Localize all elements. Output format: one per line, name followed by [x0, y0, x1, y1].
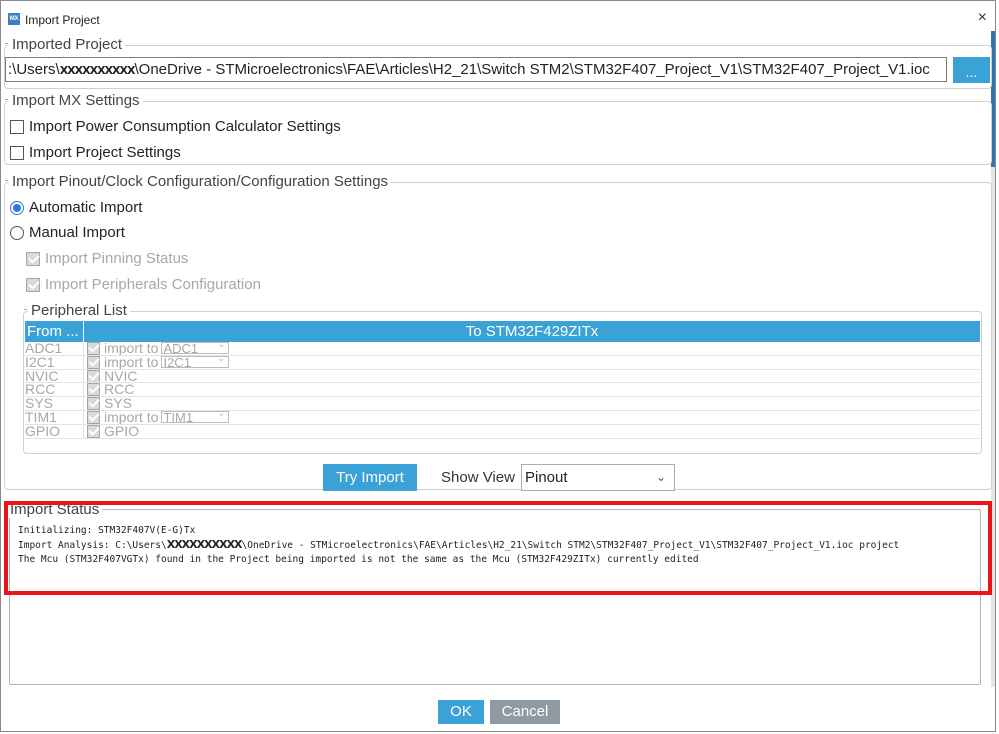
row-checkbox: [87, 424, 100, 438]
analysis-redacted-user: XXXXXXXXXX: [166, 538, 243, 551]
peripheral-table: From ... To STM32F429ZITx ADC1 import to…: [25, 321, 980, 439]
power-consumption-option[interactable]: Import Power Consumption Calculator Sett…: [10, 118, 341, 135]
row-checkbox: [87, 342, 100, 355]
row-from: SYS: [25, 397, 84, 410]
power-consumption-checkbox[interactable]: [10, 119, 24, 134]
power-consumption-label: Import Power Consumption Calculator Sett…: [29, 118, 341, 135]
row-action: import to: [104, 410, 159, 425]
row-checkbox: [87, 355, 100, 369]
row-action: RCC: [104, 383, 135, 398]
row-checkbox: [87, 369, 100, 383]
row-from: NVIC: [25, 369, 84, 382]
project-settings-label: Import Project Settings: [29, 144, 181, 161]
automatic-import-label: Automatic Import: [29, 199, 143, 216]
manual-import-label: Manual Import: [29, 224, 125, 241]
row-action: NVIC: [104, 369, 138, 384]
cancel-button[interactable]: Cancel: [490, 700, 560, 724]
status-line-analysis: Import Analysis: C:\Users\XXXXXXXXXX\One…: [18, 538, 978, 553]
row-target-select: TIM1: [161, 411, 230, 424]
manual-import-radio[interactable]: [10, 225, 24, 240]
project-settings-checkbox[interactable]: [10, 145, 24, 160]
window-title: Import Project: [25, 13, 100, 27]
import-status-log: Initializing: STM32F407V(E-G)Tx Import A…: [18, 524, 978, 567]
row-target-select: I2C1: [161, 356, 230, 369]
show-view-value: Pinout: [525, 469, 568, 486]
peripherals-config-label: Import Peripherals Configuration: [45, 276, 261, 293]
peripheral-table-header: From ... To STM32F429ZITx: [25, 321, 980, 342]
manual-import-option[interactable]: Manual Import: [10, 224, 125, 241]
row-action: import to: [104, 355, 159, 370]
try-import-button[interactable]: Try Import: [323, 464, 417, 491]
column-header-to[interactable]: To STM32F429ZITx: [84, 321, 980, 342]
status-line-mcu-mismatch: The Mcu (STM32F407VGTx) found in the Pro…: [18, 554, 699, 565]
pinning-status-label: Import Pinning Status: [45, 250, 189, 267]
analysis-prefix: Import Analysis: C:\Users\: [18, 540, 167, 551]
row-target-select: ADC1: [161, 342, 230, 355]
import-project-dialog: MX Import Project × Imported Project :\U…: [0, 0, 996, 732]
close-icon[interactable]: ×: [978, 10, 987, 26]
table-row: I2C1 import to I2C1: [25, 355, 980, 370]
table-row: GPIO GPIO: [25, 424, 980, 439]
status-line-initializing: Initializing: STM32F407V(E-G)Tx: [18, 525, 196, 536]
imported-project-legend: Imported Project: [4, 36, 126, 54]
browse-button[interactable]: ...: [953, 57, 990, 83]
column-header-from[interactable]: From ...: [25, 321, 84, 342]
row-action: SYS: [104, 397, 133, 411]
row-from: GPIO: [25, 424, 84, 438]
stm32cubemx-app-icon: MX: [8, 13, 20, 25]
peripheral-list-legend: Peripheral List: [24, 302, 130, 320]
ok-button[interactable]: OK: [438, 700, 484, 724]
path-prefix: :\Users\: [8, 61, 60, 78]
import-status-legend: Import Status: [7, 502, 103, 518]
analysis-suffix: \OneDrive - STMicroelectronics\FAE\Artic…: [241, 540, 900, 551]
table-row: TIM1 import to TIM1: [25, 410, 980, 425]
project-path-input[interactable]: :\Users\XXXXXXXXXX\OneDrive - STMicroele…: [5, 57, 947, 82]
show-view-label: Show View: [441, 469, 515, 486]
pinning-status-checkbox: [26, 251, 40, 266]
title-bar: MX Import Project ×: [1, 1, 995, 31]
import-mx-settings-legend: Import MX Settings: [5, 92, 143, 110]
peripherals-config-checkbox: [26, 277, 40, 292]
table-row: RCC RCC: [25, 383, 980, 398]
row-from: TIM1: [25, 410, 84, 424]
table-row: ADC1 import to ADC1: [25, 342, 980, 356]
row-action: import to: [104, 342, 159, 356]
pinning-status-option: Import Pinning Status: [26, 250, 188, 267]
row-checkbox: [87, 397, 100, 410]
path-redacted-user: XXXXXXXXXX: [59, 64, 136, 77]
table-row: NVIC NVIC: [25, 369, 980, 384]
chevron-down-icon: ⌄: [655, 470, 666, 484]
show-view-select[interactable]: Pinout ⌄: [521, 464, 675, 491]
row-checkbox: [87, 410, 100, 424]
row-action: GPIO: [104, 424, 140, 439]
automatic-import-radio[interactable]: [10, 200, 24, 215]
row-checkbox: [87, 383, 100, 397]
table-row: SYS SYS: [25, 397, 980, 411]
row-from: RCC: [25, 383, 84, 396]
row-from: I2C1: [25, 355, 84, 369]
row-from: ADC1: [25, 342, 84, 355]
project-settings-option[interactable]: Import Project Settings: [10, 144, 181, 161]
peripherals-config-option: Import Peripherals Configuration: [26, 276, 261, 293]
path-suffix: \OneDrive - STMicroelectronics\FAE\Artic…: [134, 61, 930, 78]
pinout-settings-legend: Import Pinout/Clock Configuration/Config…: [4, 173, 392, 191]
automatic-import-option[interactable]: Automatic Import: [10, 199, 142, 216]
